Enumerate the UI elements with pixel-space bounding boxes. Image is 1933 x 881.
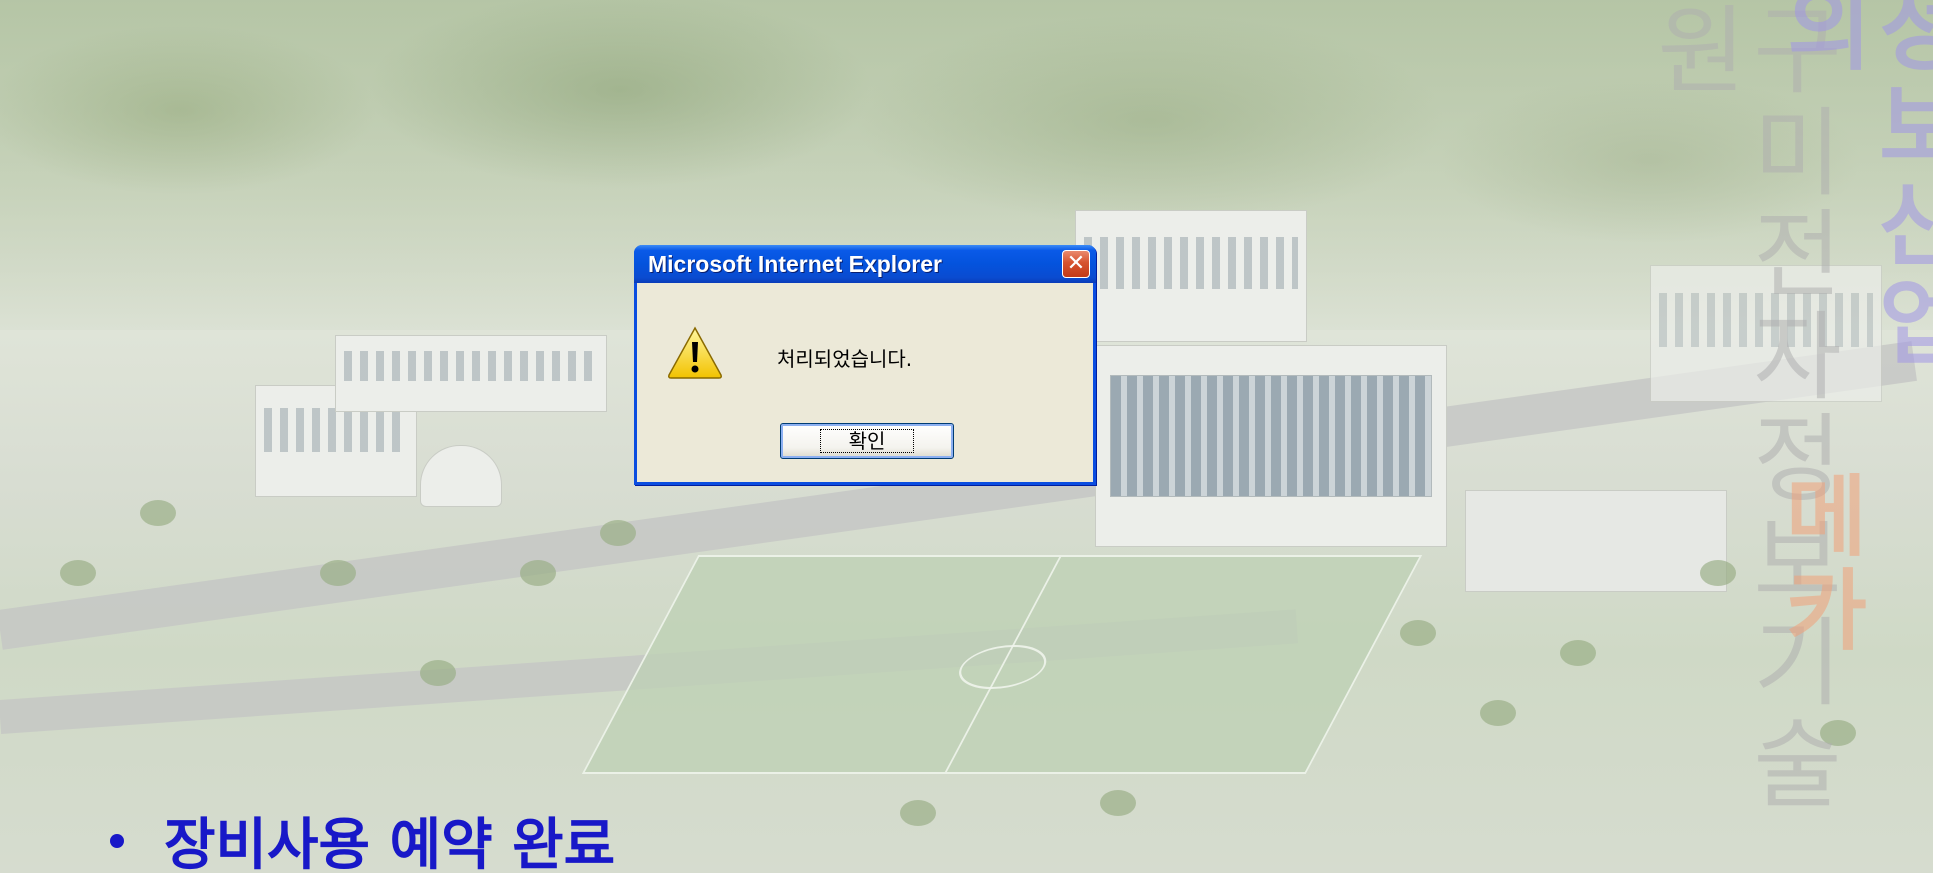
dialog-titlebar[interactable]: Microsoft Internet Explorer ✕ <box>634 245 1096 283</box>
alert-dialog: Microsoft Internet Explorer ✕ 처리되었습니다. 확… <box>634 245 1096 485</box>
tree <box>1400 620 1436 646</box>
tree <box>1560 640 1596 666</box>
caption-text: 장비사용 예약 완료 <box>164 813 616 878</box>
building-left-wing <box>335 335 607 412</box>
watermark-vertical-side2: 메카 <box>1768 470 1871 658</box>
building-tank <box>420 445 502 507</box>
ok-button[interactable]: 확인 <box>780 423 954 459</box>
building-glass-facade <box>1110 375 1432 497</box>
tree <box>420 660 456 686</box>
tree <box>900 800 936 826</box>
tree <box>320 560 356 586</box>
building-rear <box>1075 210 1307 342</box>
tree <box>600 520 636 546</box>
close-icon: ✕ <box>1066 251 1086 276</box>
ok-button-label: 확인 <box>819 429 915 453</box>
dialog-message: 처리되었습니다. <box>777 347 913 371</box>
bullet-icon <box>110 833 124 848</box>
warning-icon <box>668 326 722 379</box>
close-button[interactable]: ✕ <box>1062 250 1090 278</box>
field-center-circle <box>949 644 1057 689</box>
soccer-field <box>581 555 1423 774</box>
tree <box>1480 700 1516 726</box>
tree <box>140 500 176 526</box>
watermark-vertical-side: 정보산업의 <box>1768 0 1933 372</box>
tree <box>1100 790 1136 816</box>
tree <box>520 560 556 586</box>
slide-caption: 장비사용 예약 완료 <box>110 800 615 881</box>
tree <box>60 560 96 586</box>
dialog-title: Microsoft Internet Explorer <box>648 250 942 277</box>
